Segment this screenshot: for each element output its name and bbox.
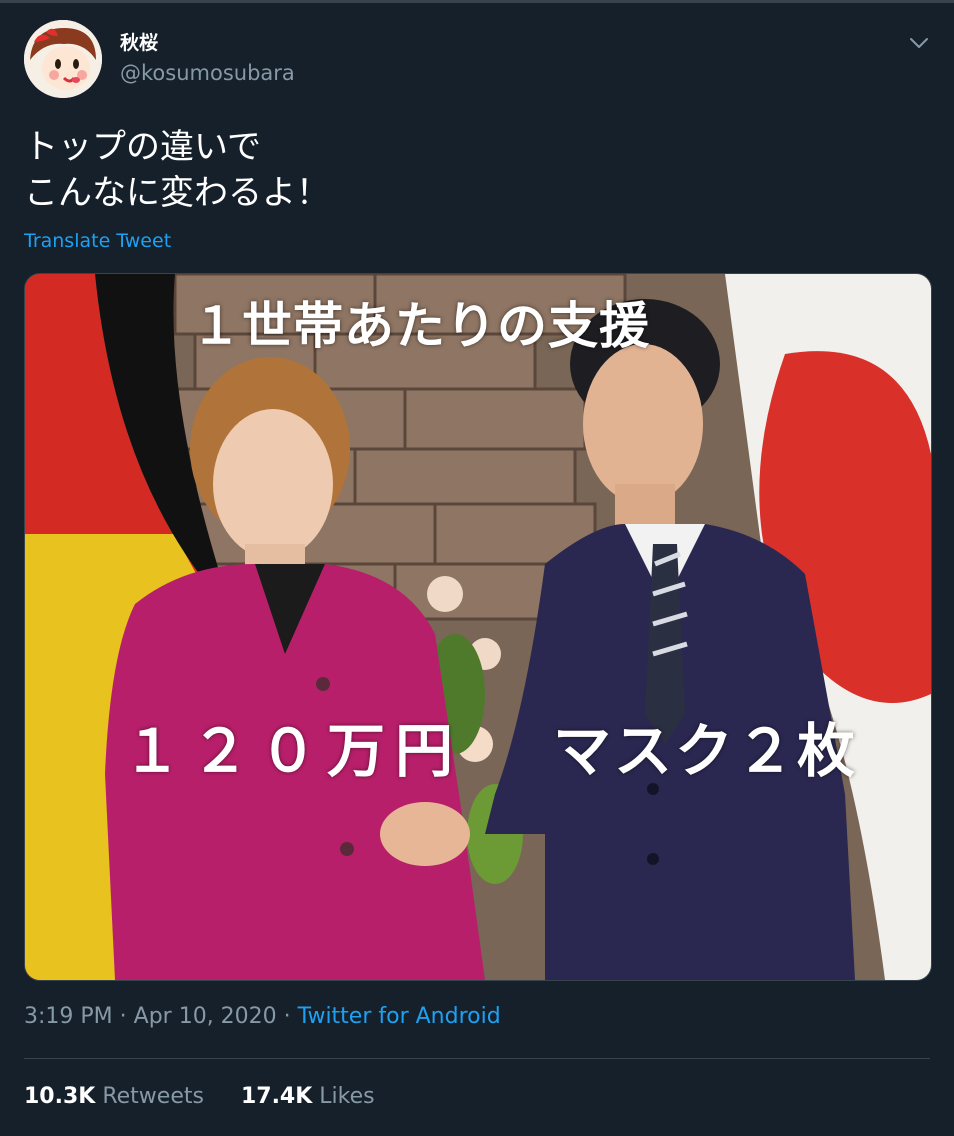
peko-avatar-icon (24, 20, 102, 98)
tweet-date[interactable]: Apr 10, 2020 (134, 1004, 277, 1029)
tweet-header: 秋桜 @kosumosubara (24, 20, 930, 100)
tweet-meta: 3:19 PM · Apr 10, 2020 · Twitter for And… (24, 1004, 501, 1029)
likes-stat[interactable]: 17.4K Likes (241, 1084, 375, 1109)
likes-count: 17.4K (240, 1084, 313, 1109)
display-name[interactable]: 秋桜 (120, 30, 295, 56)
divider (24, 1058, 930, 1059)
tweet-photo[interactable]: １世帯あたりの支援 １２０万円 マスク２枚 (24, 273, 932, 981)
caption-right: マスク２枚 (553, 717, 859, 785)
tweet-text: トップの違いで こんなに変わるよ！ (24, 127, 330, 213)
tweet-source-link[interactable]: Twitter for Android (298, 1004, 501, 1029)
photo-illustration (25, 274, 931, 980)
likes-label: Likes (319, 1084, 375, 1109)
retweets-stat[interactable]: 10.3K Retweets (24, 1084, 204, 1109)
tweet-stats: 10.3K Retweets 17.4K Likes (24, 1084, 405, 1109)
translate-tweet-link[interactable]: Translate Tweet (24, 230, 171, 252)
avatar[interactable] (24, 20, 102, 98)
tweet-time[interactable]: 3:19 PM (24, 1004, 113, 1029)
meta-separator: · (112, 1004, 134, 1029)
retweets-count: 10.3K (24, 1084, 96, 1109)
caption-top: １世帯あたりの支援 (191, 297, 650, 355)
user-handle[interactable]: @kosumosubara (120, 58, 295, 88)
caption-left: １２０万円 (123, 717, 464, 785)
chevron-down-icon[interactable] (908, 32, 930, 54)
retweets-label: Retweets (102, 1084, 204, 1109)
meta-separator: · (276, 1004, 298, 1029)
top-border (0, 0, 954, 3)
